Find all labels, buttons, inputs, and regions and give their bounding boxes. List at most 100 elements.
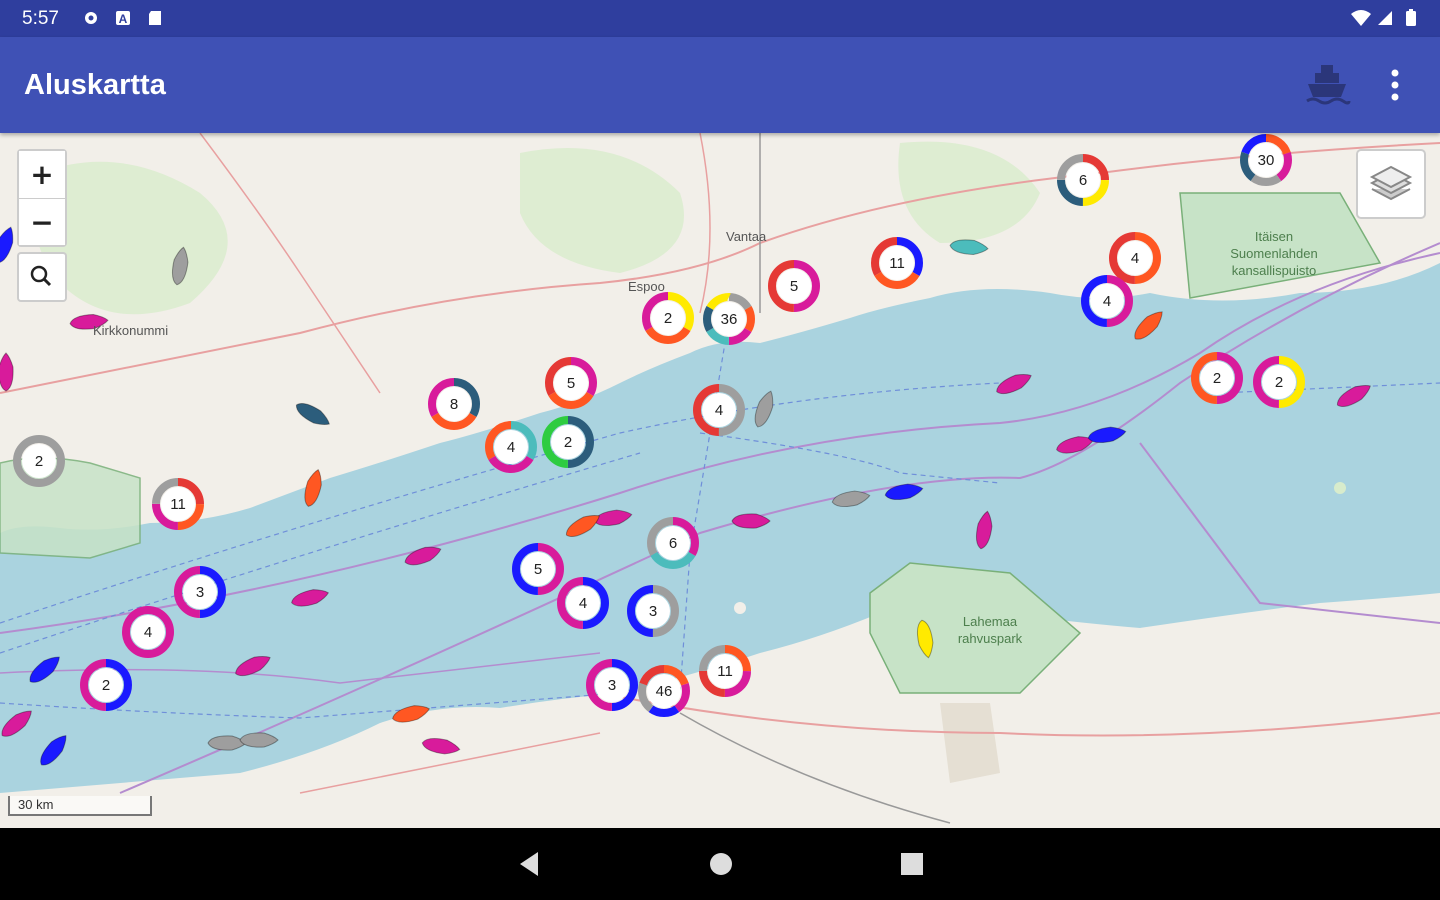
vessel-cluster[interactable]: 2 bbox=[542, 416, 594, 468]
vessel-cluster[interactable]: 5 bbox=[768, 260, 820, 312]
vessel-cluster[interactable]: 2 bbox=[13, 435, 65, 487]
vessel-cluster[interactable]: 11 bbox=[699, 645, 751, 697]
svg-text:A: A bbox=[119, 12, 128, 26]
cluster-count: 30 bbox=[1258, 152, 1275, 169]
navigation-bar bbox=[0, 828, 1440, 900]
vessel-cluster[interactable]: 46 bbox=[638, 665, 690, 717]
vessel-cluster[interactable]: 3 bbox=[174, 566, 226, 618]
cluster-count: 2 bbox=[1213, 370, 1221, 387]
vessel-marker-unknown[interactable] bbox=[207, 735, 247, 751]
battery-icon bbox=[1406, 9, 1416, 26]
cluster-count: 36 bbox=[721, 311, 738, 328]
vessel-cluster[interactable]: 6 bbox=[647, 517, 699, 569]
vessel-cluster[interactable]: 2 bbox=[1253, 356, 1305, 408]
cluster-count: 2 bbox=[664, 310, 672, 327]
vessel-marker-cargo[interactable] bbox=[884, 482, 924, 503]
app-title: Aluskartta bbox=[24, 69, 166, 101]
vessel-cluster[interactable]: 4 bbox=[557, 577, 609, 629]
scale-bar: 30 km bbox=[8, 796, 152, 816]
ship-icon[interactable] bbox=[1302, 59, 1352, 109]
place-label-espoo: Espoo bbox=[628, 279, 665, 294]
home-icon[interactable] bbox=[701, 846, 741, 882]
cluster-count: 5 bbox=[567, 375, 575, 392]
place-label-itainen-suomenlahti: Itäisen Suomenlahden kansallispuisto bbox=[1230, 229, 1318, 278]
cluster-count: 46 bbox=[656, 683, 673, 700]
vessel-marker-passenger[interactable] bbox=[0, 706, 36, 741]
cluster-count: 2 bbox=[1275, 374, 1283, 391]
status-time: 5:57 bbox=[22, 8, 59, 29]
cluster-count: 6 bbox=[669, 535, 677, 552]
vessel-cluster[interactable]: 5 bbox=[512, 543, 564, 595]
vessel-cluster[interactable]: 4 bbox=[693, 384, 745, 436]
vessel-cluster[interactable]: 4 bbox=[485, 421, 537, 473]
vessel-cluster[interactable]: 8 bbox=[428, 378, 480, 430]
cluster-count: 11 bbox=[170, 496, 186, 513]
vessel-marker-passenger[interactable] bbox=[233, 651, 273, 680]
vessel-cluster[interactable]: 5 bbox=[545, 357, 597, 409]
zoom-in-button[interactable]: + bbox=[19, 151, 65, 198]
vessel-cluster[interactable]: 2 bbox=[1191, 352, 1243, 404]
vessel-marker-unknown[interactable] bbox=[751, 389, 777, 430]
cluster-count: 2 bbox=[564, 434, 572, 451]
cluster-count: 2 bbox=[35, 453, 43, 470]
vessel-cluster[interactable]: 2 bbox=[80, 659, 132, 711]
vessel-cluster[interactable]: 36 bbox=[703, 293, 755, 345]
vessel-marker-cargo[interactable] bbox=[36, 731, 71, 769]
vessel-marker-passenger[interactable] bbox=[1334, 380, 1374, 411]
cluster-count: 4 bbox=[1103, 293, 1111, 310]
vessel-cluster[interactable]: 4 bbox=[1081, 275, 1133, 327]
vessel-cluster[interactable]: 11 bbox=[871, 237, 923, 289]
cluster-count: 11 bbox=[717, 663, 733, 680]
cluster-count: 4 bbox=[144, 624, 152, 641]
vessel-cluster[interactable]: 4 bbox=[1109, 232, 1161, 284]
place-label-lahemaa: Lahemaa rahvuspark bbox=[957, 614, 1023, 646]
vessel-marker-passenger[interactable] bbox=[974, 510, 995, 550]
cluster-count: 3 bbox=[649, 603, 657, 620]
vessel-cluster[interactable]: 3 bbox=[627, 585, 679, 637]
search-icon bbox=[30, 265, 52, 287]
cluster-count: 4 bbox=[1131, 250, 1139, 267]
zoom-control: + − bbox=[17, 149, 67, 247]
vessel-cluster[interactable]: 2 bbox=[642, 292, 694, 344]
more-options-icon[interactable] bbox=[1380, 65, 1410, 105]
wifi-icon bbox=[1351, 10, 1371, 26]
vessel-marker-tanker[interactable] bbox=[1130, 307, 1167, 344]
recents-icon[interactable] bbox=[892, 846, 932, 882]
search-button[interactable] bbox=[17, 252, 67, 302]
app-bar: Aluskartta bbox=[0, 37, 1440, 133]
cluster-count: 5 bbox=[790, 278, 798, 295]
cluster-count: 3 bbox=[608, 677, 616, 694]
vessel-marker-passenger[interactable] bbox=[994, 369, 1034, 398]
cluster-count: 4 bbox=[579, 595, 587, 612]
cluster-count: 5 bbox=[534, 561, 542, 578]
zoom-out-button[interactable]: − bbox=[19, 198, 65, 245]
layers-icon bbox=[1369, 165, 1413, 201]
sd-card-icon bbox=[149, 11, 161, 25]
cluster-count: 8 bbox=[450, 396, 458, 413]
vessel-cluster[interactable]: 11 bbox=[152, 478, 204, 530]
vessel-cluster[interactable]: 3 bbox=[586, 659, 638, 711]
place-label-vantaa: Vantaa bbox=[726, 229, 767, 244]
vessel-marker-tanker[interactable] bbox=[563, 510, 603, 541]
cluster-count: 4 bbox=[715, 402, 723, 419]
signal-icon bbox=[1378, 11, 1392, 25]
cluster-count: 11 bbox=[889, 255, 905, 272]
vessel-marker-cargo[interactable] bbox=[26, 652, 64, 687]
notification-a-icon: A bbox=[116, 11, 130, 26]
back-icon[interactable] bbox=[510, 846, 550, 882]
vessel-marker-passenger[interactable] bbox=[290, 586, 330, 610]
vessel-cluster[interactable]: 30 bbox=[1240, 134, 1292, 186]
settings-icon bbox=[85, 12, 97, 24]
cluster-count: 3 bbox=[196, 584, 204, 601]
cluster-count: 2 bbox=[102, 677, 110, 694]
vessel-marker-unknown[interactable] bbox=[239, 732, 279, 748]
cluster-count: 6 bbox=[1079, 172, 1087, 189]
vessel-cluster[interactable]: 6 bbox=[1057, 154, 1109, 206]
map-view[interactable]: 2 11 3 4 2 8 4 2 5 2 36 5 4 11 6 5 4 3 3 46 11 6 30 4 4 2 2 Vantaa… bbox=[0, 133, 1440, 828]
cluster-count: 4 bbox=[507, 439, 515, 456]
layers-button[interactable] bbox=[1356, 149, 1426, 219]
vessel-marker-passenger[interactable] bbox=[731, 513, 771, 529]
vessel-cluster[interactable]: 4 bbox=[122, 606, 174, 658]
place-label-kirkkonummi: Kirkkonummi bbox=[93, 323, 169, 338]
status-bar: 5:57 A bbox=[0, 0, 1440, 37]
